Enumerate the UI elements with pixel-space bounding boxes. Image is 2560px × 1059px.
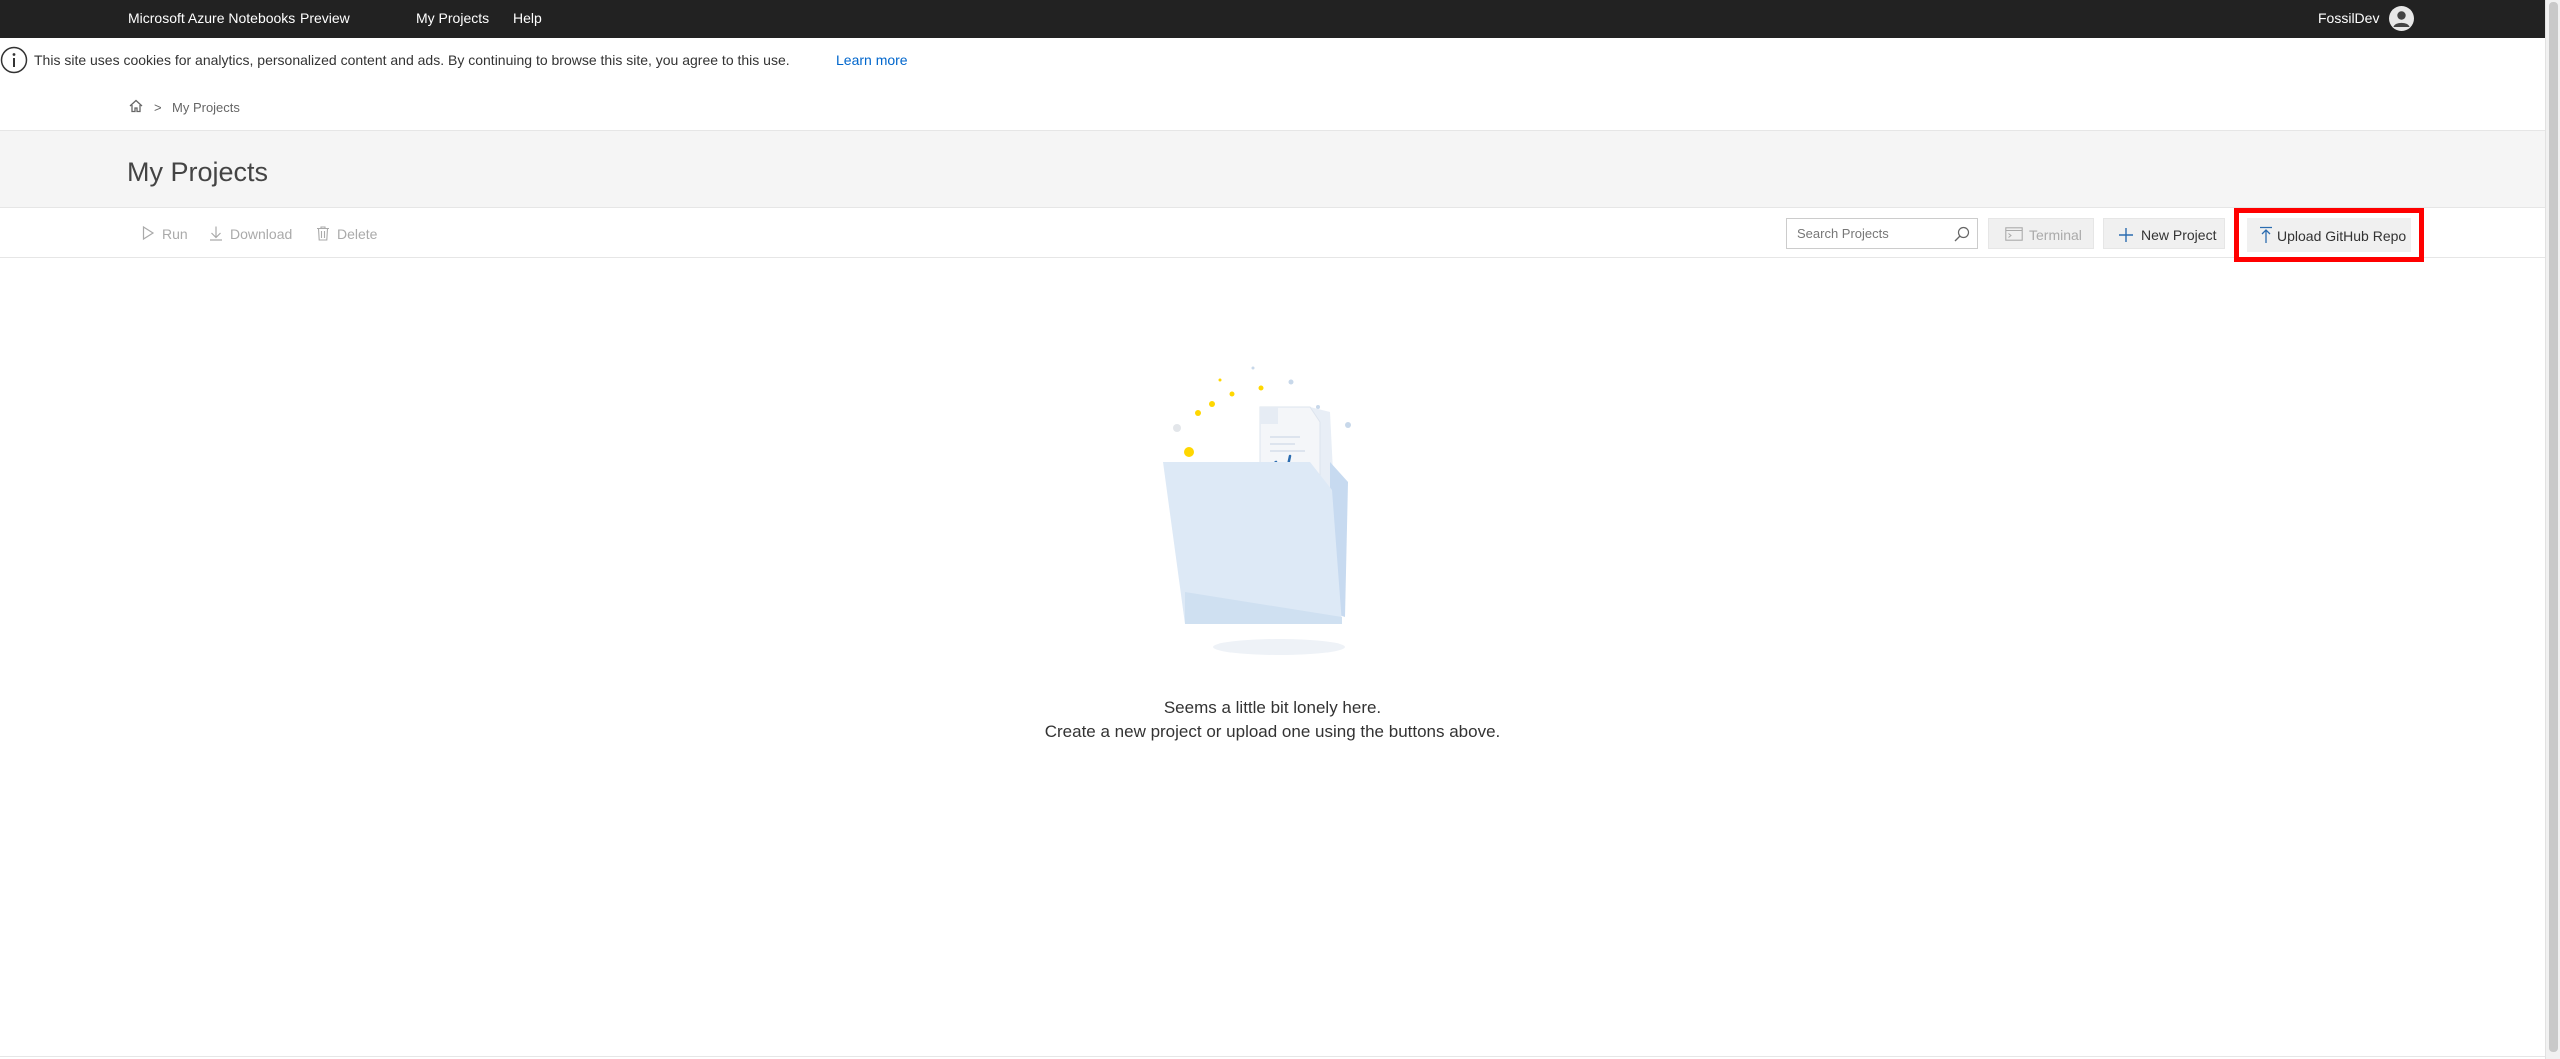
nav-my-projects[interactable]: My Projects bbox=[416, 10, 489, 26]
play-icon bbox=[142, 225, 155, 241]
terminal-icon bbox=[2005, 227, 2023, 241]
app-brand[interactable]: Microsoft Azure Notebooks bbox=[128, 10, 295, 26]
download-icon bbox=[210, 226, 222, 241]
search-input[interactable] bbox=[1787, 219, 1947, 248]
delete-label: Delete bbox=[337, 226, 378, 242]
page-header: My Projects bbox=[0, 130, 2545, 208]
scrollbar-thumb[interactable] bbox=[2549, 2, 2558, 1052]
preview-label: Preview bbox=[300, 10, 350, 26]
delete-button[interactable]: Delete bbox=[315, 224, 385, 244]
vertical-scrollbar[interactable] bbox=[2545, 0, 2560, 1059]
run-button[interactable]: Run bbox=[140, 224, 200, 244]
page-title: My Projects bbox=[127, 157, 269, 187]
empty-state-subtitle: Create a new project or upload one using… bbox=[1044, 722, 1501, 741]
top-nav-bar: Microsoft Azure Notebooks Preview My Pro… bbox=[0, 0, 2545, 38]
info-icon bbox=[0, 46, 28, 74]
trash-icon bbox=[317, 226, 329, 241]
terminal-button[interactable]: Terminal bbox=[1988, 218, 2094, 249]
learn-more-link[interactable]: Learn more bbox=[836, 52, 908, 68]
avatar[interactable] bbox=[2389, 6, 2414, 31]
footer-divider bbox=[0, 1056, 2545, 1057]
breadcrumb-separator: > bbox=[154, 100, 162, 115]
plus-icon bbox=[2119, 228, 2133, 242]
search-icon[interactable] bbox=[1953, 225, 1971, 243]
download-label: Download bbox=[230, 226, 293, 242]
user-name[interactable]: FossilDev bbox=[2318, 10, 2379, 26]
toolbar: Run Download Delete Terminal New Project bbox=[0, 208, 2545, 262]
breadcrumb-current: My Projects bbox=[172, 100, 240, 115]
upload-github-repo-label: Upload GitHub Repo bbox=[2277, 228, 2407, 244]
upload-icon bbox=[2260, 226, 2272, 243]
empty-state-title: Seems a little bit lonely here. bbox=[1163, 698, 1382, 717]
new-project-button[interactable]: New Project bbox=[2103, 218, 2225, 249]
home-icon[interactable] bbox=[128, 98, 144, 114]
user-icon bbox=[2393, 11, 2410, 27]
empty-folder-illustration bbox=[1163, 366, 1351, 655]
run-label: Run bbox=[162, 226, 188, 242]
new-project-label: New Project bbox=[2141, 227, 2217, 243]
terminal-label: Terminal bbox=[2029, 227, 2082, 243]
nav-help[interactable]: Help bbox=[513, 10, 542, 26]
upload-github-repo-inner[interactable]: Upload GitHub Repo bbox=[2247, 218, 2411, 252]
download-button[interactable]: Download bbox=[208, 224, 298, 244]
upload-github-repo-button[interactable]: Upload GitHub Repo bbox=[2234, 208, 2424, 262]
search-box bbox=[1786, 218, 1978, 249]
cookie-text: This site uses cookies for analytics, pe… bbox=[34, 52, 790, 68]
